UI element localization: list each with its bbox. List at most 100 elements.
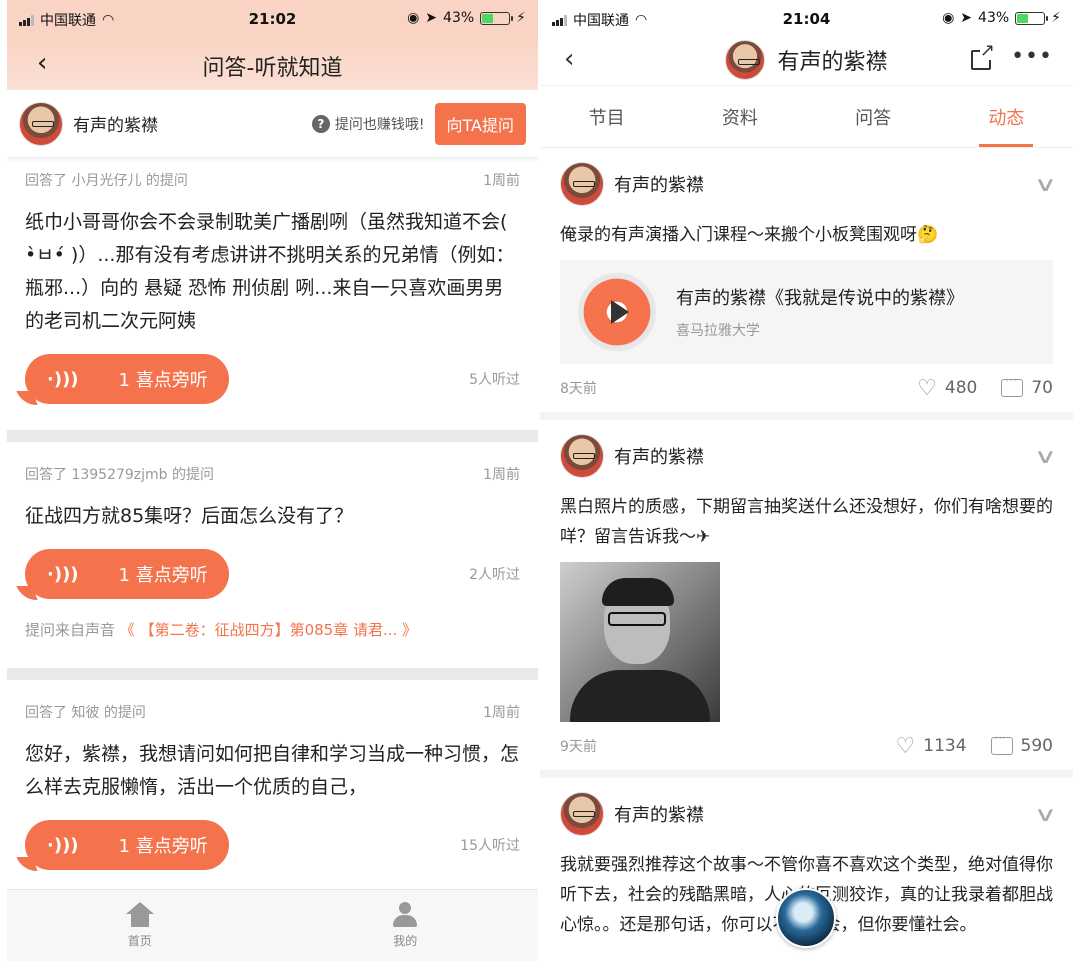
profile-title: 有声的紫襟 bbox=[777, 50, 888, 75]
album-source: 喜马拉雅大学 bbox=[676, 323, 760, 339]
user-name[interactable]: 有声的紫襟 bbox=[73, 111, 312, 136]
listen-button[interactable]: ·))) 1 喜点旁听 bbox=[25, 354, 229, 404]
post-author[interactable]: 有声的紫襟 bbox=[614, 171, 1038, 197]
feed-post[interactable]: 有声的紫襟 ∨ 我就要强烈推荐这个故事～不管你喜不喜欢这个类型，绝对值得你听下去… bbox=[540, 778, 1073, 948]
battery-icon bbox=[480, 11, 514, 25]
nav-header: ‹ 有声的紫襟 ••• bbox=[540, 38, 1073, 86]
listen-button[interactable]: ·))) 1 喜点旁听 bbox=[25, 549, 229, 599]
charging-icon: ⚡ bbox=[516, 10, 526, 26]
tab-home[interactable]: 首页 bbox=[7, 890, 273, 961]
comment-icon bbox=[1001, 373, 1024, 397]
sound-wave-icon: ·))) bbox=[47, 563, 79, 585]
lock-rotation-icon: ◉ bbox=[942, 10, 955, 26]
tab-profile[interactable]: 资料 bbox=[673, 86, 806, 147]
chevron-down-icon[interactable]: ∨ bbox=[1034, 444, 1057, 468]
qa-item[interactable]: 回答了 知彼 的提问 1周前 您好，紫襟，我想请问如何把自律和学习当成一种习惯，… bbox=[7, 680, 538, 870]
qa-meta: 回答了 小月光仔儿 的提问 bbox=[25, 173, 188, 189]
battery-icon bbox=[1015, 11, 1049, 25]
question-source: 提问来自声音 《 【第二卷：征战四方】第085章 请君... 》 bbox=[25, 619, 520, 640]
status-bar: 中国联通 ◠ 21:04 ◉ ➤ 43% ⚡ bbox=[540, 0, 1073, 38]
avatar[interactable] bbox=[560, 792, 604, 836]
floating-player-icon[interactable] bbox=[776, 888, 836, 948]
comment-icon bbox=[990, 731, 1013, 755]
listen-label: 1 喜点旁听 bbox=[118, 370, 208, 391]
location-icon: ➤ bbox=[425, 10, 438, 26]
tab-qa[interactable]: 问答 bbox=[807, 86, 940, 147]
like-count: 1134 bbox=[923, 736, 967, 756]
earn-hint[interactable]: ? 提问也赚钱哦! bbox=[311, 114, 425, 134]
profile-tabs: 节目 资料 问答 动态 bbox=[540, 86, 1073, 148]
like-count: 480 bbox=[944, 378, 978, 398]
answerer-bar: 有声的紫襟 ? 提问也赚钱哦! 向TA提问 bbox=[7, 90, 538, 158]
more-icon[interactable]: ••• bbox=[1011, 44, 1053, 69]
divider bbox=[7, 430, 538, 442]
like-button[interactable]: ♡ 1134 bbox=[896, 734, 967, 759]
listen-count: 15人听过 bbox=[460, 838, 520, 854]
qa-item[interactable]: 回答了 1395279zjmb 的提问 1周前 征战四方就85集呀？后面怎么没有… bbox=[7, 442, 538, 640]
qa-meta: 回答了 知彼 的提问 bbox=[25, 705, 146, 721]
qa-time: 1周前 bbox=[483, 467, 520, 483]
listen-label: 1 喜点旁听 bbox=[118, 836, 208, 857]
listen-count: 5人听过 bbox=[469, 372, 520, 388]
heart-icon: ♡ bbox=[895, 733, 916, 759]
play-icon[interactable] bbox=[578, 273, 656, 351]
battery-percent: 43% bbox=[443, 10, 475, 26]
post-text: 俺录的有声演播入门课程～来搬个小板凳围观呀🤔 bbox=[560, 225, 939, 245]
charging-icon: ⚡ bbox=[1051, 10, 1061, 26]
comment-count: 590 bbox=[1020, 736, 1053, 756]
qa-time: 1周前 bbox=[483, 173, 520, 189]
avatar[interactable] bbox=[19, 101, 63, 146]
comment-count: 70 bbox=[1031, 378, 1053, 398]
listen-button[interactable]: ·))) 1 喜点旁听 bbox=[25, 820, 229, 870]
sound-wave-icon: ·))) bbox=[47, 834, 79, 856]
nav-header: ‹ 问答-听就知道 bbox=[7, 38, 538, 90]
like-button[interactable]: ♡ 480 bbox=[917, 376, 977, 401]
heart-icon: ♡ bbox=[917, 375, 937, 401]
listen-count: 2人听过 bbox=[469, 567, 520, 583]
post-author[interactable]: 有声的紫襟 bbox=[614, 443, 1038, 469]
tab-feed[interactable]: 动态 bbox=[940, 86, 1073, 147]
source-link[interactable]: 《 【第二卷：征战四方】第085章 请君... 》 bbox=[120, 621, 417, 639]
post-photo[interactable] bbox=[560, 562, 720, 722]
tab-programs[interactable]: 节目 bbox=[540, 86, 673, 147]
share-icon[interactable] bbox=[971, 42, 996, 70]
album-title: 有声的紫襟《我就是传说中的紫襟》 bbox=[676, 288, 964, 309]
status-bar: 中国联通 ◠ 21:02 ◉ ➤ 43% ⚡ bbox=[7, 0, 538, 38]
album-card[interactable]: 有声的紫襟《我就是传说中的紫襟》 喜马拉雅大学 bbox=[560, 260, 1053, 364]
comment-button[interactable]: 70 bbox=[1001, 373, 1053, 398]
hint-text: 提问也赚钱哦! bbox=[334, 116, 425, 133]
divider bbox=[7, 668, 538, 680]
battery-percent: 43% bbox=[978, 10, 1010, 26]
question-text: 您好，紫襟，我想请问如何把自律和学习当成一种习惯，怎么样去克服懒惰，活出一个优质… bbox=[25, 743, 520, 798]
chevron-down-icon[interactable]: ∨ bbox=[1034, 172, 1057, 196]
feed-post[interactable]: 有声的紫襟 ∨ 黑白照片的质感，下期留言抽奖送什么还没想好，你们有啥想要的咩？留… bbox=[540, 420, 1073, 778]
question-text: 征战四方就85集呀？后面怎么没有了？ bbox=[25, 505, 354, 527]
post-time: 8天前 bbox=[560, 381, 597, 397]
qa-time: 1周前 bbox=[483, 705, 520, 721]
listen-label: 1 喜点旁听 bbox=[118, 565, 208, 586]
user-icon bbox=[392, 902, 418, 928]
tab-label: 首页 bbox=[127, 934, 152, 948]
chevron-down-icon[interactable]: ∨ bbox=[1034, 802, 1057, 826]
post-author[interactable]: 有声的紫襟 bbox=[614, 801, 1038, 827]
comment-button[interactable]: 590 bbox=[990, 731, 1053, 756]
feed-post[interactable]: 有声的紫襟 ∨ 俺录的有声演播入门课程～来搬个小板凳围观呀🤔 有声的紫襟《我就是… bbox=[540, 148, 1073, 420]
avatar[interactable] bbox=[560, 162, 604, 206]
question-icon: ? bbox=[311, 114, 330, 133]
post-time: 9天前 bbox=[560, 739, 597, 755]
profile-screen: 中国联通 ◠ 21:04 ◉ ➤ 43% ⚡ ‹ 有声的紫襟 ••• 节目 资料… bbox=[540, 0, 1073, 961]
question-text: 纸巾小哥哥你会不会录制耽美广播剧咧（虽然我知道不会( •̀ㅂ•́ )）...那有… bbox=[25, 211, 515, 332]
tab-me[interactable]: 我的 bbox=[273, 890, 539, 961]
post-text: 黑白照片的质感，下期留言抽奖送什么还没想好，你们有啥想要的咩？留言告诉我～✈ bbox=[560, 497, 1053, 547]
lock-rotation-icon: ◉ bbox=[407, 10, 420, 26]
bottom-tab-bar: 首页 我的 bbox=[7, 889, 538, 961]
avatar[interactable] bbox=[725, 40, 766, 80]
qa-item[interactable]: 回答了 小月光仔儿 的提问 1周前 纸巾小哥哥你会不会录制耽美广播剧咧（虽然我知… bbox=[7, 158, 538, 404]
qa-screen: 中国联通 ◠ 21:02 ◉ ➤ 43% ⚡ ‹ 问答-听就知道 有声的紫襟 ?… bbox=[7, 0, 538, 961]
sound-wave-icon: ·))) bbox=[47, 368, 79, 390]
avatar[interactable] bbox=[560, 434, 604, 478]
tab-label: 我的 bbox=[393, 934, 418, 948]
ask-button[interactable]: 向TA提问 bbox=[434, 102, 526, 145]
qa-meta: 回答了 1395279zjmb 的提问 bbox=[25, 467, 215, 483]
home-icon bbox=[125, 902, 154, 928]
